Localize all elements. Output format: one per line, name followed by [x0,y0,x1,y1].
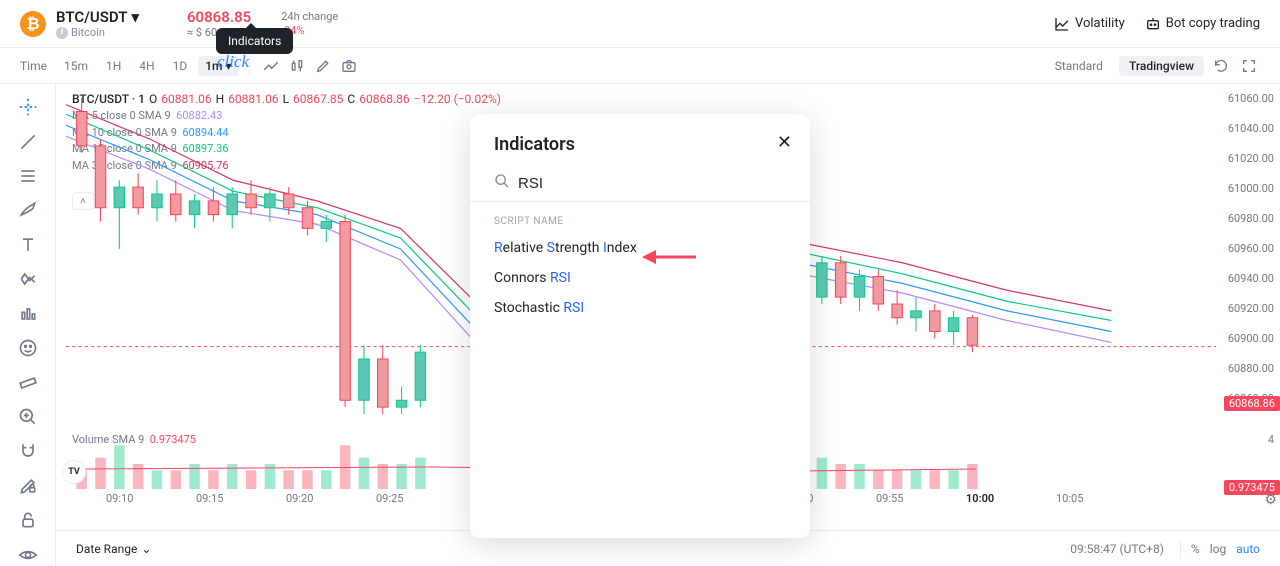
volatility-link[interactable]: Volatility [1054,16,1125,32]
volume-label: Volume SMA 9 [72,433,144,446]
price-axis[interactable]: 61060.0061040.0061020.0061000.0060980.00… [1216,84,1280,424]
info-icon: i [56,27,68,39]
brush-tool-icon[interactable] [14,199,42,221]
chart-mode-standard[interactable]: Standard [1045,56,1113,76]
pattern-tool-icon[interactable] [14,268,42,290]
refresh-button[interactable] [1210,55,1232,77]
last-price: 60868.85 [187,8,251,26]
candle-style-button[interactable] [286,55,308,77]
chart-mode-tradingview[interactable]: Tradingview [1119,56,1204,76]
price-axis-tag: 60868.86 [1224,396,1280,411]
chevron-down-icon: ⌄ [141,542,151,556]
result-stochastic-rsi[interactable]: Stochastic RSI [470,293,810,323]
pair-name: BTC/USDT ▾ [56,8,139,26]
text-tool-icon[interactable] [14,234,42,256]
interval-1d[interactable]: 1D [166,56,195,76]
pair-info[interactable]: ₿ BTC/USDT ▾ i Bitcoin [20,8,139,39]
pair-subtitle: Bitcoin [71,26,105,39]
interval-4h[interactable]: 4H [132,56,161,76]
indicators-button[interactable] [260,55,282,77]
interval-1h[interactable]: 1H [99,56,128,76]
indicator-search-input[interactable] [518,175,786,192]
close-icon[interactable]: ✕ [777,132,792,153]
change-label: 24h change [281,10,338,23]
unlock-tool-icon[interactable] [14,509,42,531]
lock-drawings-icon[interactable] [14,475,42,497]
interval-15m[interactable]: 15m [57,56,95,76]
search-icon [494,173,510,193]
volume-value: 0.973475 [150,433,196,446]
axis-settings-icon[interactable]: ⚙ [1264,492,1277,508]
percent-scale-button[interactable]: % [1191,542,1200,556]
crosshair-tool-icon[interactable] [14,96,42,118]
ruler-tool-icon[interactable] [14,371,42,393]
drawing-tool-rail [0,84,56,566]
date-range-dropdown[interactable]: Date Range ⌄ [76,542,151,556]
magnet-tool-icon[interactable] [14,440,42,462]
arrow-annotation-icon [642,246,698,268]
click-annotation: click [217,52,249,72]
edit-button[interactable] [312,55,334,77]
btc-icon: ₿ [20,11,46,37]
dropdown-triangle-icon[interactable]: ▾ [131,8,139,26]
camera-button[interactable] [338,55,360,77]
indicators-modal: Indicators ✕ SCRIPT NAME Relative Streng… [470,114,810,538]
volume-axis-max: 4 [1268,433,1274,446]
indicators-tooltip: Indicators [216,28,293,54]
forecast-tool-icon[interactable] [14,303,42,325]
result-rsi[interactable]: Relative Strength Index [470,233,810,263]
chart-toolbar: Time 15m 1H 4H 1D 1m ▾ click Standard Tr… [0,48,1280,84]
volatility-icon [1054,16,1070,32]
log-scale-button[interactable]: log [1210,542,1227,556]
top-header: ₿ BTC/USDT ▾ i Bitcoin 60868.85 ≈ $ 60 2… [0,0,1280,48]
bot-copy-trading-link[interactable]: Bot copy trading [1145,16,1260,32]
script-name-header: SCRIPT NAME [470,202,810,233]
modal-title: Indicators [470,134,810,167]
result-connors-rsi[interactable]: Connors RSI [470,263,810,293]
time-label: Time [20,59,47,73]
auto-scale-button[interactable]: auto [1236,542,1260,556]
zoom-tool-icon[interactable] [14,406,42,428]
emoji-tool-icon[interactable] [14,337,42,359]
fib-tool-icon[interactable] [14,165,42,187]
clock-display: 09:58:47 (UTC+8) [1070,542,1164,556]
bot-icon [1145,16,1161,32]
fullscreen-button[interactable] [1238,55,1260,77]
eye-tool-icon[interactable] [14,543,42,565]
trendline-tool-icon[interactable] [14,130,42,152]
tradingview-badge-icon: TV [62,460,86,484]
